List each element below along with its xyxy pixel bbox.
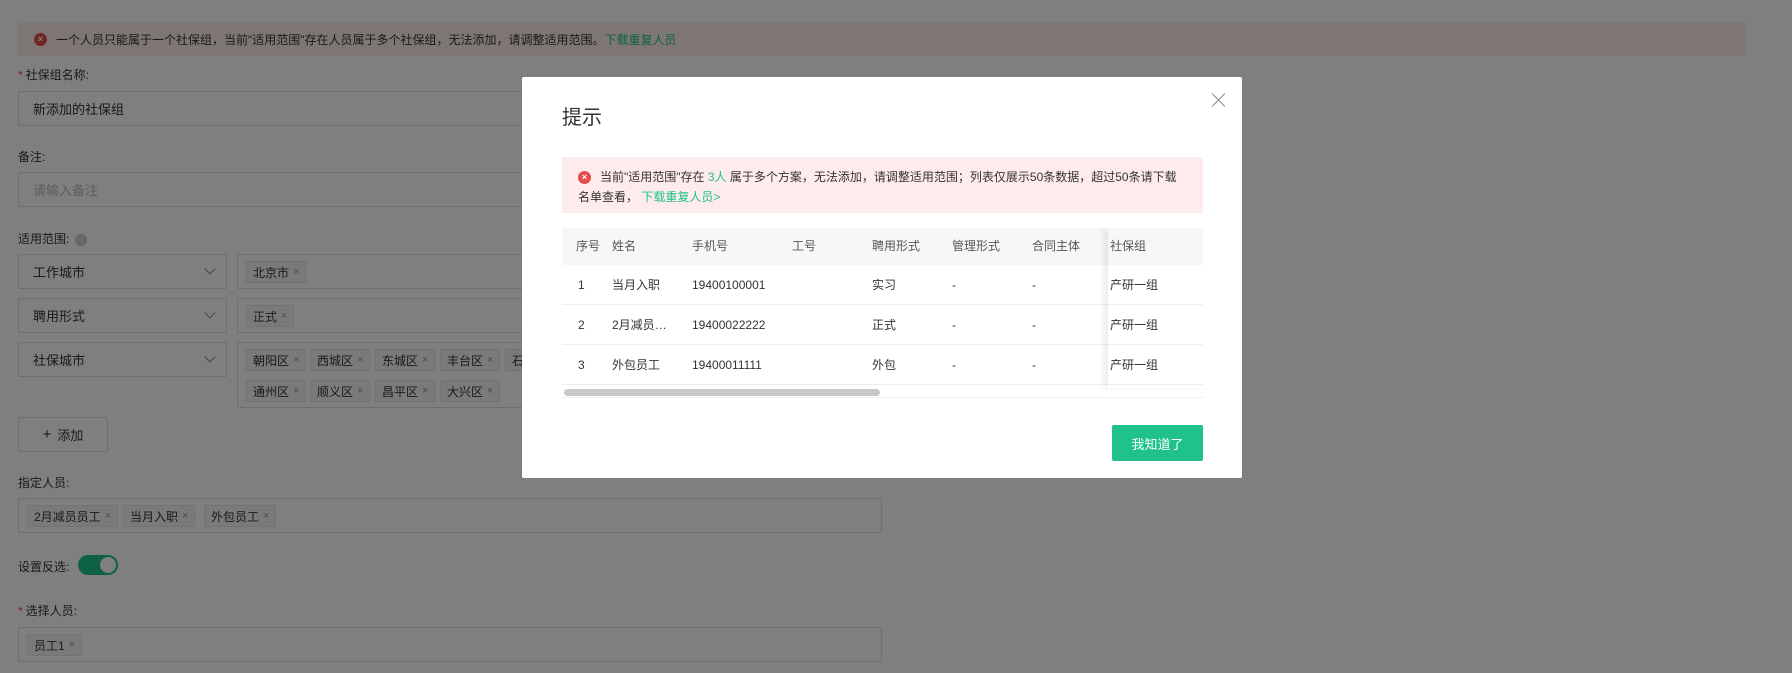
group-cell: 产研一组 (1108, 265, 1203, 305)
col-phone: 手机号 (692, 239, 729, 253)
modal-title: 提示 (562, 107, 602, 129)
modal-error-alert: × 当前"适用范围"存在 3人 属于多个方案，无法添加，请调整适用范围；列表仅展… (562, 157, 1203, 213)
table-row: 1 当月入职 19400100001 实习 - - (562, 265, 1203, 305)
ok-button[interactable]: 我知道了 (1112, 425, 1203, 461)
close-icon[interactable] (1210, 91, 1228, 109)
table-divider (562, 397, 1203, 398)
alert-count: 3人 (707, 170, 727, 184)
col-manage-type: 管理形式 (952, 239, 1001, 253)
fixed-column-group: 社保组 产研一组 产研一组 产研一组 (1108, 228, 1203, 388)
tip-modal: 提示 × 当前"适用范围"存在 3人 属于多个方案，无法添加，请调整适用范围；列… (522, 77, 1242, 478)
duplicates-table: 序号 姓名 手机号 工号 聘用形式 管理形式 合同主体 1 当月入职 19400… (562, 228, 1203, 398)
col-name: 姓名 (612, 239, 637, 253)
col-hire-type: 聘用形式 (872, 239, 921, 253)
horizontal-scrollbar[interactable] (564, 389, 880, 396)
group-cell: 产研一组 (1108, 345, 1203, 385)
table-row: 3 外包员工 19400011111 外包 - - (562, 345, 1203, 385)
table-row: 2 2月减员员工 19400022222 正式 - - (562, 305, 1203, 345)
col-emp-no: 工号 (792, 239, 817, 253)
col-group: 社保组 (1108, 228, 1203, 265)
download-duplicates-link[interactable]: 下载重复人员> (641, 190, 720, 204)
col-no: 序号 (576, 239, 601, 253)
error-icon: × (578, 171, 591, 184)
group-cell: 产研一组 (1108, 305, 1203, 345)
col-contract: 合同主体 (1032, 239, 1081, 253)
table-header: 序号 姓名 手机号 工号 聘用形式 管理形式 合同主体 (562, 228, 1203, 265)
